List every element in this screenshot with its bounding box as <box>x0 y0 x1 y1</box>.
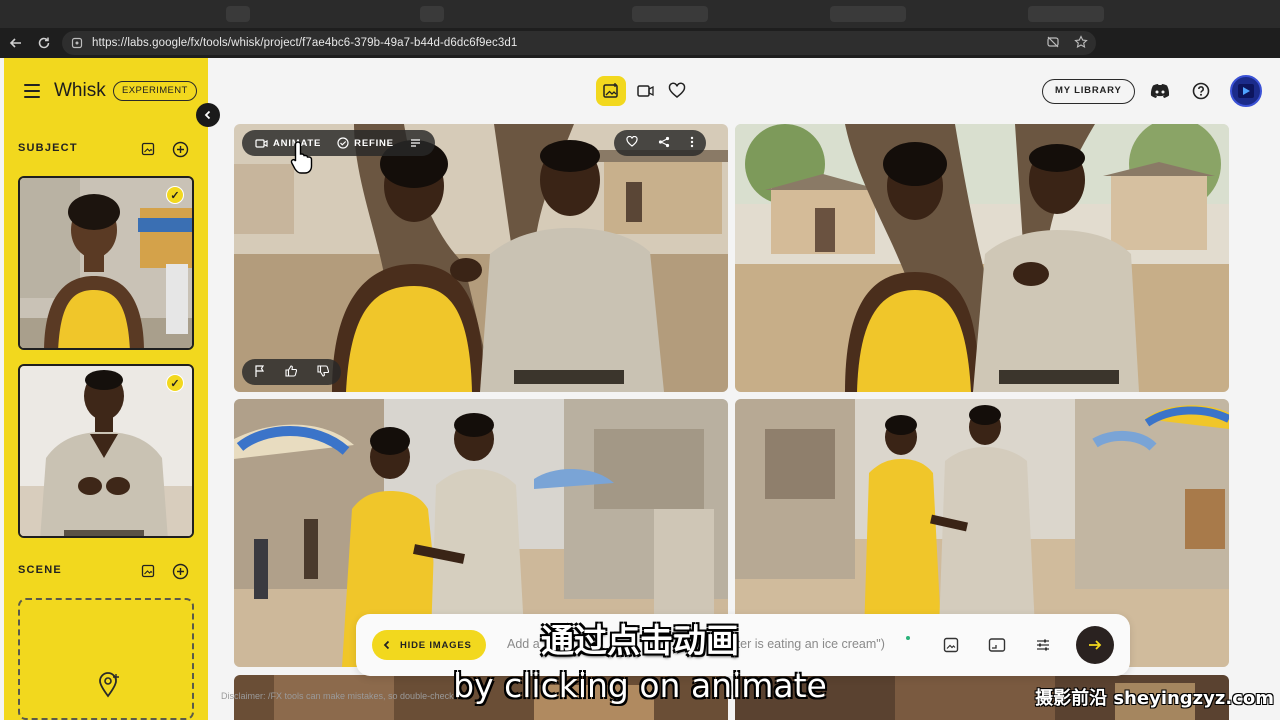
refine-label: REFINE <box>354 137 394 149</box>
tab-favicon[interactable] <box>226 6 250 22</box>
back-icon[interactable] <box>2 29 30 57</box>
tracking-prevention-icon[interactable] <box>1046 35 1060 52</box>
hand-cursor-icon <box>290 140 316 181</box>
my-library-button[interactable]: MY LIBRARY <box>1042 79 1135 104</box>
url-field[interactable]: https://labs.google/fx/tools/whisk/proje… <box>62 31 1096 55</box>
video-mode-icon[interactable] <box>632 78 658 104</box>
subject-image-woman <box>20 178 192 348</box>
reload-icon[interactable] <box>30 29 58 57</box>
tab[interactable] <box>830 6 906 22</box>
tab[interactable] <box>632 6 708 22</box>
tab[interactable] <box>1028 6 1104 22</box>
help-icon[interactable] <box>1190 80 1212 102</box>
scene-section-title: SCENE <box>18 564 62 576</box>
mode-switcher <box>596 76 690 106</box>
experiment-badge: EXPERIMENT <box>113 81 197 101</box>
browser-address-bar: https://labs.google/fx/tools/whisk/proje… <box>0 28 1280 82</box>
menu-icon[interactable] <box>24 84 40 98</box>
upload-image-icon[interactable] <box>139 562 157 580</box>
image-action-toolbar: ANIMATE REFINE <box>242 130 435 156</box>
favorite-heart-icon[interactable] <box>626 135 638 150</box>
add-subject-icon[interactable] <box>171 140 189 158</box>
add-scene-icon[interactable] <box>171 562 189 580</box>
image-mode-icon[interactable] <box>596 76 626 106</box>
subject-section-title: SUBJECT <box>18 142 78 154</box>
collapse-sidebar-button[interactable] <box>196 103 220 127</box>
favorite-star-icon[interactable] <box>1074 35 1088 52</box>
subject-card[interactable]: ✓ <box>18 364 194 538</box>
selected-check-icon[interactable]: ✓ <box>166 374 184 392</box>
subject-card[interactable]: ✓ <box>18 176 194 350</box>
site-info-icon[interactable] <box>70 36 84 50</box>
prompt-details-icon[interactable] <box>405 137 427 149</box>
user-avatar[interactable] <box>1230 75 1262 107</box>
thumbs-down-icon[interactable] <box>317 364 330 380</box>
app-logo: Whisk <box>54 80 106 101</box>
upload-image-icon[interactable] <box>139 140 157 158</box>
refine-icon <box>337 137 349 149</box>
image-share-toolbar <box>614 130 706 156</box>
tab-favicon[interactable] <box>420 6 444 22</box>
generated-image[interactable] <box>735 124 1229 392</box>
share-icon[interactable] <box>658 136 670 151</box>
subject-image-man <box>20 366 192 536</box>
watermark: 摄影前沿 sheyingzyz.com <box>1035 688 1274 709</box>
subtitle-chinese: 通过点击动画 <box>541 621 739 660</box>
sidebar-header: Whisk EXPERIMENT <box>4 76 208 106</box>
discord-icon[interactable] <box>1149 80 1171 102</box>
feedback-toolbar <box>242 359 341 385</box>
more-options-icon[interactable] <box>690 136 694 151</box>
url-text: https://labs.google/fx/tools/whisk/proje… <box>92 37 518 49</box>
animate-icon <box>255 138 268 148</box>
selected-check-icon[interactable]: ✓ <box>166 186 184 204</box>
browser-tab-strip <box>0 0 1280 28</box>
flag-icon[interactable] <box>254 364 265 380</box>
favorites-heart-icon[interactable] <box>664 78 690 104</box>
generated-image-couple-village <box>735 124 1229 392</box>
refine-button[interactable]: REFINE <box>332 137 399 149</box>
thumbs-up-icon[interactable] <box>285 364 298 380</box>
